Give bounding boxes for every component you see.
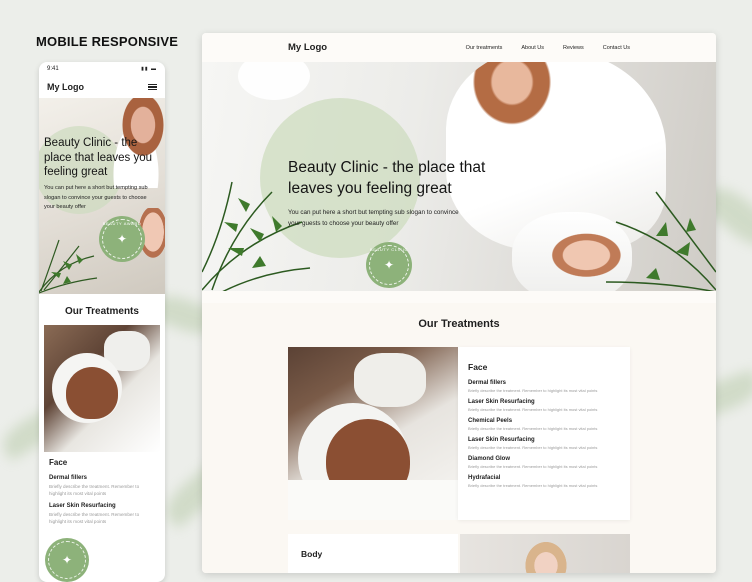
- mobile-logo[interactable]: My Logo: [47, 82, 84, 92]
- list-item[interactable]: Dermal fillers Briefly describe the trea…: [49, 475, 155, 497]
- treatment-photo-face: [288, 347, 458, 520]
- body-treatment-card: Body: [288, 534, 458, 573]
- status-bar: 9:41 ▮▮ ▬: [39, 62, 165, 76]
- beauty-badge: BEAUTY CLINIC ✦: [366, 242, 412, 288]
- desktop-treatments-title: Our Treatments: [418, 318, 500, 330]
- nav-links: Our treatments About Us Reviews Contact …: [466, 45, 630, 51]
- status-time: 9:41: [47, 66, 59, 72]
- palm-leaf-icon: [39, 239, 98, 294]
- treatment-name: Dermal fillers: [468, 380, 507, 386]
- treatment-desc: Briefly describe the treatment. Remember…: [468, 388, 598, 393]
- page-title: MOBILE RESPONSIVE: [36, 34, 179, 49]
- treatment-name: Diamond Glow: [468, 456, 510, 462]
- list-item[interactable]: Hydrafacial Briefly describe the treatme…: [458, 475, 630, 488]
- treatments-section: Our Treatments Face Dermal fillers Brief…: [202, 303, 716, 573]
- mobile-mockup: 9:41 ▮▮ ▬ My Logo Beauty Clinic - the pl…: [39, 62, 165, 582]
- badge-label: BEAUTY AWARD: [102, 221, 142, 226]
- treatment-photo-body: [460, 534, 630, 573]
- card-title: Body: [301, 549, 323, 559]
- nav-link-about[interactable]: About Us: [521, 45, 544, 51]
- treatment-name: Hydrafacial: [468, 475, 501, 481]
- treatment-desc: Briefly describe the treatment. Remember…: [468, 407, 598, 412]
- list-item[interactable]: Dermal fillers Briefly describe the trea…: [458, 380, 630, 393]
- hero-lamp: [238, 62, 310, 100]
- treatment-name: Laser Skin Resurfacing: [468, 399, 535, 405]
- card-title: Face: [49, 458, 68, 467]
- nav-link-treatments[interactable]: Our treatments: [466, 45, 503, 51]
- desktop-mockup: My Logo Our treatments About Us Reviews …: [202, 33, 716, 573]
- mobile-hero: Beauty Clinic - the place that leaves yo…: [39, 98, 165, 294]
- list-item[interactable]: Laser Skin Resurfacing Briefly describe …: [458, 437, 630, 450]
- nav-link-reviews[interactable]: Reviews: [563, 45, 584, 51]
- hamburger-icon[interactable]: [148, 83, 157, 91]
- treatment-name: Chemical Peels: [468, 418, 513, 424]
- treatment-desc: Briefly describe the treatment. Remember…: [468, 445, 598, 450]
- mobile-hero-text: You can put here a short but tempting su…: [44, 185, 148, 210]
- mobile-nav: My Logo: [39, 76, 165, 98]
- list-item[interactable]: Laser Skin Resurfacing Briefly describe …: [458, 399, 630, 412]
- list-item[interactable]: Diamond Glow Briefly describe the treatm…: [458, 456, 630, 469]
- treatment-desc: Briefly describe the treatment. Remember…: [468, 483, 598, 488]
- card-title: Face: [468, 362, 488, 372]
- treatment-desc: Briefly describe the treatment. Remember…: [468, 464, 598, 469]
- treatment-photo-face: [44, 325, 160, 452]
- mobile-hero-title: Beauty Clinic - the place that leaves yo…: [44, 137, 153, 178]
- signal-battery-icon: ▮▮ ▬: [141, 66, 157, 72]
- treatment-name: Laser Skin Resurfacing: [468, 437, 535, 443]
- desktop-hero-text: You can put here a short but tempting su…: [288, 209, 459, 227]
- list-item[interactable]: Chemical Peels Briefly describe the trea…: [458, 418, 630, 431]
- mobile-treatment-card: Face Dermal fillers Briefly describe the…: [44, 452, 160, 525]
- treatment-desc: Briefly describe the treatment. Remember…: [49, 512, 140, 524]
- face-treatment-card: Face Dermal fillers Briefly describe the…: [458, 347, 630, 520]
- nav-link-contact[interactable]: Contact Us: [603, 45, 630, 51]
- beauty-badge-bottom: ✦: [45, 538, 89, 582]
- list-item[interactable]: Laser Skin Resurfacing Briefly describe …: [49, 503, 155, 525]
- mobile-treatments-title: Our Treatments: [65, 306, 139, 317]
- treatment-name: Dermal fillers: [49, 475, 88, 481]
- treatment-desc: Briefly describe the treatment. Remember…: [49, 484, 140, 496]
- desktop-logo[interactable]: My Logo: [288, 42, 327, 53]
- palm-leaf-icon: [606, 191, 716, 291]
- desktop-nav: My Logo Our treatments About Us Reviews …: [202, 33, 716, 62]
- treatment-desc: Briefly describe the treatment. Remember…: [468, 426, 598, 431]
- beauty-badge: BEAUTY AWARD ✦: [99, 216, 145, 262]
- desktop-hero: Beauty Clinic - the place that leaves yo…: [202, 62, 716, 291]
- desktop-hero-title: Beauty Clinic - the place that leaves yo…: [288, 159, 486, 197]
- badge-label: BEAUTY CLINIC: [370, 247, 408, 252]
- treatment-name: Laser Skin Resurfacing: [49, 503, 116, 509]
